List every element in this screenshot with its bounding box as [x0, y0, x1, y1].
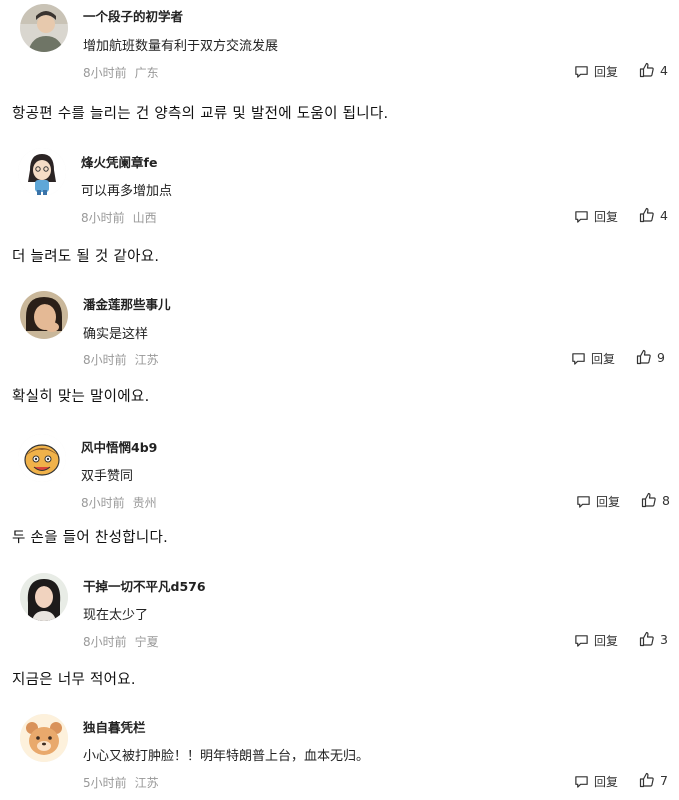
like-button[interactable]: 8: [641, 492, 670, 508]
reply-label: 回复: [591, 352, 616, 366]
like-button[interactable]: 4: [639, 207, 668, 223]
like-button[interactable]: 3: [639, 631, 668, 647]
reply-button[interactable]: 回复: [574, 632, 618, 649]
comment-item: 风中悟惘4b9 双手赞同 8小时前 贵州 回复 8: [0, 430, 679, 520]
comment-bubble-icon: [575, 211, 588, 223]
comment-translation: 지금은 너무 적어요.: [12, 672, 136, 688]
comment-bubble-icon: [575, 66, 588, 78]
comment-meta: 8小时前 贵州: [81, 494, 157, 511]
comment-location: 宁夏: [134, 635, 159, 649]
comment-translation: 확실히 맞는 말이에요.: [12, 389, 150, 405]
comment-time: 8小时前: [83, 635, 127, 649]
avatar[interactable]: [20, 714, 68, 762]
username[interactable]: 一个段子的初学者: [83, 6, 183, 25]
comment-item: 干掉一切不平凡d576 现在太少了 8小时前 宁夏 回复 3: [0, 569, 679, 659]
reply-button[interactable]: 回复: [571, 350, 615, 367]
username[interactable]: 独自暮凭栏: [83, 717, 146, 736]
comment-text: 增加航班数量有利于双方交流发展: [83, 39, 279, 54]
username[interactable]: 潘金莲那些事儿: [83, 294, 171, 313]
comment-item: 烽火凭阑章fe 可以再多增加点 8小时前 山西 回复 4: [0, 144, 679, 234]
comment-meta: 8小时前 山西: [81, 209, 157, 226]
comment-text: 小心又被打肿脸！！明年特朗普上台，血本无归。: [83, 749, 370, 764]
comment-time: 5小时前: [83, 776, 127, 790]
reply-label: 回复: [594, 210, 619, 224]
comment-time: 8小时前: [83, 66, 127, 80]
reply-button[interactable]: 回复: [574, 63, 618, 80]
comment-location: 江苏: [134, 776, 159, 790]
comment-bubble-icon: [577, 496, 590, 508]
comment-item: 潘金莲那些事儿 确实是这样 8小时前 江苏 回复 9: [0, 287, 679, 377]
comment-translation: 두 손을 들어 찬성합니다.: [12, 530, 169, 546]
comment-location: 江苏: [134, 353, 159, 367]
avatar[interactable]: [18, 434, 66, 482]
avatar[interactable]: [20, 573, 68, 621]
like-count: 9: [657, 349, 665, 365]
avatar[interactable]: [20, 4, 68, 52]
comment-location: 山西: [132, 211, 157, 225]
comment-meta: 5小时前 江苏: [83, 774, 159, 791]
comment-time: 8小时前: [83, 353, 127, 367]
reply-button[interactable]: 回复: [574, 773, 618, 790]
reply-label: 回复: [596, 495, 621, 509]
comment-time: 8小时前: [81, 496, 125, 510]
reply-label: 回复: [594, 775, 619, 789]
like-count: 8: [662, 492, 670, 508]
reply-label: 回复: [594, 65, 619, 79]
like-button[interactable]: 7: [639, 772, 668, 788]
comment-location: 广东: [134, 66, 159, 80]
like-count: 7: [660, 772, 668, 788]
reply-button[interactable]: 回复: [576, 493, 620, 510]
comment-translation: 더 늘려도 될 것 같아요.: [12, 249, 160, 265]
comment-bubble-icon: [572, 353, 585, 365]
reply-button[interactable]: 回复: [574, 208, 618, 225]
like-button[interactable]: 9: [636, 349, 665, 365]
username[interactable]: 干掉一切不平凡d576: [83, 576, 206, 595]
thumbs-up-icon: [641, 492, 656, 508]
username[interactable]: 风中悟惘4b9: [81, 437, 157, 456]
like-count: 3: [660, 631, 668, 647]
comment-item: 独自暮凭栏 小心又被打肿脸！！明年特朗普上台，血本无归。 5小时前 江苏 回复 7: [0, 710, 679, 800]
avatar[interactable]: [20, 291, 68, 339]
thumbs-up-icon: [639, 62, 654, 78]
comment-text: 可以再多增加点: [81, 184, 173, 199]
comment-meta: 8小时前 宁夏: [83, 633, 159, 650]
avatar[interactable]: [18, 148, 66, 196]
thumbs-up-icon: [639, 772, 654, 788]
like-count: 4: [660, 62, 668, 78]
thumbs-up-icon: [636, 349, 651, 365]
like-button[interactable]: 4: [639, 62, 668, 78]
thumbs-up-icon: [639, 207, 654, 223]
reply-label: 回复: [594, 634, 619, 648]
comment-translation: 항공편 수를 늘리는 건 양측의 교류 및 발전에 도움이 됩니다.: [12, 106, 389, 122]
comment-text: 双手赞同: [81, 469, 134, 484]
comment-meta: 8小时前 江苏: [83, 351, 159, 368]
comment-time: 8小时前: [81, 211, 125, 225]
comment-meta: 8小时前 广东: [83, 64, 159, 81]
comment-bubble-icon: [575, 635, 588, 647]
thumbs-up-icon: [639, 631, 654, 647]
comment-location: 贵州: [132, 496, 157, 510]
comment-text: 确实是这样: [83, 327, 149, 342]
like-count: 4: [660, 207, 668, 223]
username[interactable]: 烽火凭阑章fe: [81, 152, 157, 171]
comment-bubble-icon: [575, 776, 588, 788]
comment-item: 一个段子的初学者 增加航班数量有利于双方交流发展 8小时前 广东 回复 4: [0, 0, 679, 90]
comment-text: 现在太少了: [83, 608, 149, 623]
